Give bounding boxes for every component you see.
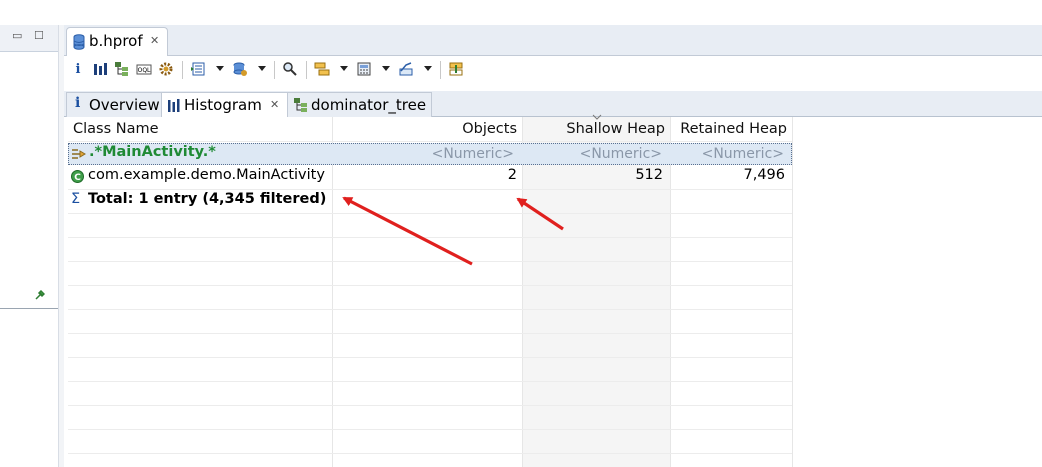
row-divider — [68, 213, 792, 214]
info-icon: i — [75, 95, 81, 111]
row-divider — [68, 237, 792, 238]
histogram-icon[interactable] — [92, 61, 108, 77]
histogram-table: Class Name Objects Shallow Heap Retained… — [68, 114, 1042, 467]
calculator-icon[interactable] — [356, 61, 372, 77]
oql-icon[interactable]: OQL — [136, 61, 152, 77]
column-header-retained-heap[interactable]: Retained Heap — [670, 117, 787, 141]
tab-overview[interactable]: i Overview — [66, 92, 163, 117]
dropdown-arrow-icon[interactable] — [340, 66, 348, 71]
left-panel-header — [0, 25, 58, 52]
table-row[interactable]: C com.example.demo.MainActivity 2 512 7,… — [68, 165, 792, 189]
column-header-class-name[interactable]: Class Name — [73, 117, 159, 141]
close-icon[interactable]: ✕ — [270, 98, 279, 111]
retained-heap-cell: 7,496 — [743, 167, 785, 183]
objects-cell: 2 — [507, 167, 517, 183]
gear-icon[interactable] — [158, 61, 174, 77]
regex-filter-icon — [72, 149, 86, 159]
total-row: Σ Total: 1 entry (4,345 filtered) — [68, 189, 792, 213]
tab-dominator-tree-label: dominator_tree — [311, 96, 427, 114]
compare-icon[interactable] — [448, 61, 464, 77]
row-divider — [68, 357, 792, 358]
maximize-icon[interactable]: ☐ — [34, 30, 44, 42]
left-divider — [0, 308, 58, 309]
toolbar-separator — [306, 61, 307, 79]
column-header-objects[interactable]: Objects — [332, 117, 517, 141]
row-divider — [68, 429, 792, 430]
column-header-shallow-heap[interactable]: Shallow Heap — [522, 117, 665, 141]
tab-dominator-tree[interactable]: dominator_tree — [287, 92, 432, 117]
dropdown-arrow-icon[interactable] — [424, 66, 432, 71]
row-divider — [68, 333, 792, 334]
row-divider — [68, 261, 792, 262]
editor-tab-bar: b.hprof ✕ — [64, 25, 1042, 56]
dropdown-arrow-icon[interactable] — [258, 66, 266, 71]
filter-row[interactable]: .*MainActivity.* <Numeric> <Numeric> <Nu… — [68, 143, 792, 165]
row-divider — [68, 309, 792, 310]
left-panel: ▭ ☐ — [0, 0, 58, 467]
tree-icon — [294, 98, 307, 112]
group-icon[interactable] — [314, 61, 330, 77]
row-divider — [68, 285, 792, 286]
shallow-heap-filter-input[interactable]: <Numeric> — [523, 146, 662, 162]
heap-icon[interactable] — [232, 61, 248, 77]
toolbar-separator — [182, 61, 183, 79]
close-icon[interactable]: ✕ — [150, 34, 159, 47]
retained-heap-filter-input[interactable]: <Numeric> — [671, 146, 784, 162]
svg-text:OQL: OQL — [138, 67, 151, 74]
column-divider — [792, 117, 793, 467]
tab-histogram[interactable]: Histogram ✕ — [161, 92, 289, 118]
row-divider — [68, 381, 792, 382]
row-divider — [68, 141, 792, 142]
sum-icon: Σ — [71, 191, 81, 207]
minimize-icon[interactable]: ▭ — [12, 30, 22, 42]
dropdown-arrow-icon[interactable] — [382, 66, 390, 71]
toolbar-separator — [440, 61, 441, 79]
dominator-tree-icon[interactable] — [114, 61, 130, 77]
pin-icon[interactable] — [35, 290, 45, 300]
tab-overview-label: Overview — [89, 96, 160, 114]
row-divider — [68, 453, 792, 454]
dropdown-arrow-icon[interactable] — [216, 66, 224, 71]
toolbar: i OQL — [64, 56, 1042, 84]
chart-export-icon[interactable] — [398, 61, 414, 77]
info-icon[interactable]: i — [70, 61, 86, 77]
tab-histogram-label: Histogram — [184, 96, 262, 114]
svg-text:C: C — [74, 173, 81, 183]
toolbar-separator — [274, 61, 275, 79]
shallow-heap-cell: 512 — [635, 167, 663, 183]
result-tab-bar: i Overview Histogram ✕ dominator_tree — [64, 91, 1042, 118]
class-icon: C — [71, 170, 84, 183]
search-icon[interactable] — [282, 61, 298, 77]
sort-indicator-icon — [592, 114, 602, 120]
class-name-filter[interactable]: .*MainActivity.* — [89, 144, 216, 160]
objects-filter-input[interactable]: <Numeric> — [333, 146, 514, 162]
export-icon[interactable] — [190, 61, 206, 77]
file-tab[interactable]: b.hprof ✕ — [66, 27, 168, 56]
file-tab-label: b.hprof — [89, 32, 143, 50]
histogram-icon — [168, 99, 180, 112]
editor-area: b.hprof ✕ i OQL i Overview Histogram ✕ d… — [64, 25, 1042, 467]
row-divider — [68, 405, 792, 406]
class-name-cell: com.example.demo.MainActivity — [88, 167, 325, 183]
database-icon — [73, 34, 85, 50]
total-label: Total: 1 entry (4,345 filtered) — [88, 191, 327, 207]
